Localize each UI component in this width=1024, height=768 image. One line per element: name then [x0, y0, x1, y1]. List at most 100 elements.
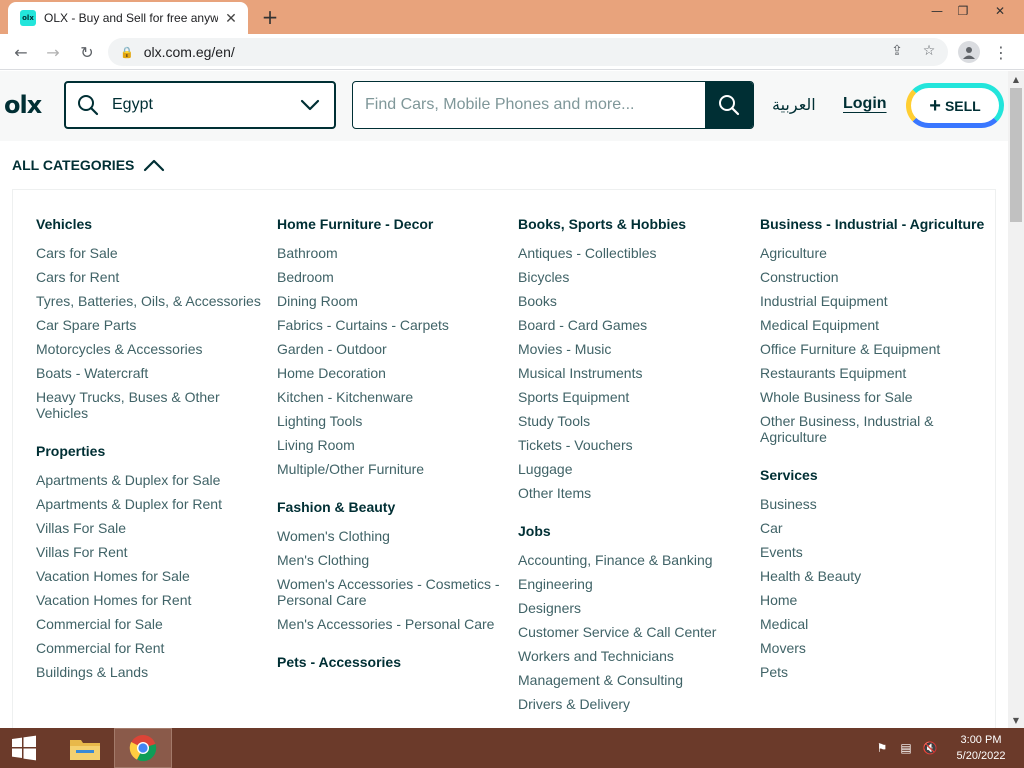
new-tab-plus-icon[interactable]: + [259, 5, 281, 29]
category-group-title[interactable]: Vehicles [36, 214, 266, 235]
subcategory-link[interactable]: Apartments & Duplex for Sale [36, 472, 266, 488]
subcategory-link[interactable]: Motorcycles & Accessories [36, 341, 266, 357]
subcategory-link[interactable]: Women's Accessories - Cosmetics - Person… [277, 576, 507, 608]
subcategory-link[interactable]: Movies - Music [518, 341, 748, 357]
network-icon[interactable]: ▤ [898, 740, 914, 756]
subcategory-link[interactable]: Business [760, 496, 990, 512]
subcategory-link[interactable]: Bathroom [277, 245, 507, 261]
subcategory-link[interactable]: Office Furniture & Equipment [760, 341, 990, 357]
subcategory-link[interactable]: Other Items [518, 485, 748, 501]
subcategory-link[interactable]: Cars for Sale [36, 245, 266, 261]
language-toggle-link[interactable]: العربية [772, 95, 816, 114]
subcategory-link[interactable]: Agriculture [760, 245, 990, 261]
subcategory-link[interactable]: Bicycles [518, 269, 748, 285]
subcategory-link[interactable]: Garden - Outdoor [277, 341, 507, 357]
subcategory-link[interactable]: Multiple/Other Furniture [277, 461, 507, 477]
close-icon[interactable]: ✕ [222, 9, 240, 27]
system-clock[interactable]: 3:00 PM 5/20/2022 [946, 732, 1016, 764]
subcategory-link[interactable]: Men's Accessories - Personal Care [277, 616, 507, 632]
profile-avatar-icon[interactable] [958, 41, 980, 63]
subcategory-link[interactable]: Apartments & Duplex for Rent [36, 496, 266, 512]
search-input[interactable] [353, 82, 705, 128]
category-group-title[interactable]: Books, Sports & Hobbies [518, 214, 748, 235]
category-group-title[interactable]: Jobs [518, 521, 748, 542]
subcategory-link[interactable]: Villas For Rent [36, 544, 266, 560]
subcategory-link[interactable]: Tickets - Vouchers [518, 437, 748, 453]
file-explorer-icon[interactable] [56, 728, 114, 768]
subcategory-link[interactable]: Vacation Homes for Rent [36, 592, 266, 608]
subcategory-link[interactable]: Car [760, 520, 990, 536]
subcategory-link[interactable]: Vacation Homes for Sale [36, 568, 266, 584]
reload-icon[interactable]: ↻ [74, 40, 100, 64]
category-group-title[interactable]: Fashion & Beauty [277, 497, 507, 518]
subcategory-link[interactable]: Medical Equipment [760, 317, 990, 333]
flag-notification-icon[interactable]: ⚑ [874, 740, 890, 756]
all-categories-toggle[interactable]: ALL CATEGORIES [12, 157, 166, 173]
category-group-title[interactable]: Properties [36, 441, 266, 462]
windows-start-icon[interactable] [0, 728, 48, 768]
subcategory-link[interactable]: Workers and Technicians [518, 648, 748, 664]
subcategory-link[interactable]: Musical Instruments [518, 365, 748, 381]
subcategory-link[interactable]: Pets [760, 664, 990, 680]
subcategory-link[interactable]: Commercial for Sale [36, 616, 266, 632]
subcategory-link[interactable]: Women's Clothing [277, 528, 507, 544]
subcategory-link[interactable]: Car Spare Parts [36, 317, 266, 333]
olx-logo[interactable]: olx [4, 91, 42, 119]
page-scrollbar[interactable]: ▲ ▼ [1008, 71, 1024, 728]
bookmark-star-icon[interactable]: ☆ [918, 40, 940, 62]
subcategory-link[interactable]: Study Tools [518, 413, 748, 429]
subcategory-link[interactable]: Health & Beauty [760, 568, 990, 584]
subcategory-link[interactable]: Restaurants Equipment [760, 365, 990, 381]
subcategory-link[interactable]: Whole Business for Sale [760, 389, 990, 405]
scroll-down-arrow-icon[interactable]: ▼ [1008, 712, 1024, 728]
subcategory-link[interactable]: Kitchen - Kitchenware [277, 389, 507, 405]
subcategory-link[interactable]: Sports Equipment [518, 389, 748, 405]
forward-arrow-icon[interactable]: → [40, 40, 66, 64]
category-group-title[interactable]: Home Furniture - Decor [277, 214, 507, 235]
subcategory-link[interactable]: Home [760, 592, 990, 608]
location-selector[interactable]: Egypt [64, 81, 336, 129]
subcategory-link[interactable]: Luggage [518, 461, 748, 477]
more-menu-icon[interactable]: ⋮ [990, 40, 1012, 64]
subcategory-link[interactable]: Movers [760, 640, 990, 656]
category-group-title[interactable]: Pets - Accessories [277, 652, 507, 673]
subcategory-link[interactable]: Villas For Sale [36, 520, 266, 536]
chrome-taskbar-icon[interactable] [114, 728, 172, 768]
subcategory-link[interactable]: Bedroom [277, 269, 507, 285]
subcategory-link[interactable]: Books [518, 293, 748, 309]
subcategory-link[interactable]: Customer Service & Call Center [518, 624, 748, 640]
volume-muted-icon[interactable]: 🔇 [922, 740, 938, 756]
subcategory-link[interactable]: Drivers & Delivery [518, 696, 748, 712]
subcategory-link[interactable]: Tyres, Batteries, Oils, & Accessories [36, 293, 266, 309]
subcategory-link[interactable]: Engineering [518, 576, 748, 592]
share-icon[interactable]: ⇪ [886, 40, 908, 62]
subcategory-link[interactable]: Buildings & Lands [36, 664, 266, 680]
scroll-up-arrow-icon[interactable]: ▲ [1008, 71, 1024, 87]
category-group-title[interactable]: Business - Industrial - Agriculture [760, 214, 990, 235]
subcategory-link[interactable]: Home Decoration [277, 365, 507, 381]
subcategory-link[interactable]: Accounting, Finance & Banking [518, 552, 748, 568]
scroll-thumb[interactable] [1010, 88, 1022, 222]
login-link[interactable]: Login [843, 95, 887, 113]
subcategory-link[interactable]: Events [760, 544, 990, 560]
subcategory-link[interactable]: Boats - Watercraft [36, 365, 266, 381]
restore-icon[interactable]: ❐ [948, 0, 978, 22]
subcategory-link[interactable]: Lighting Tools [277, 413, 507, 429]
subcategory-link[interactable]: Construction [760, 269, 990, 285]
subcategory-link[interactable]: Cars for Rent [36, 269, 266, 285]
subcategory-link[interactable]: Heavy Trucks, Buses & Other Vehicles [36, 389, 266, 421]
subcategory-link[interactable]: Industrial Equipment [760, 293, 990, 309]
browser-tab[interactable]: olx OLX - Buy and Sell for free anyw ✕ [8, 2, 248, 34]
subcategory-link[interactable]: Board - Card Games [518, 317, 748, 333]
back-arrow-icon[interactable]: ← [8, 40, 34, 64]
subcategory-link[interactable]: Dining Room [277, 293, 507, 309]
subcategory-link[interactable]: Fabrics - Curtains - Carpets [277, 317, 507, 333]
window-close-icon[interactable]: ✕ [980, 0, 1020, 22]
subcategory-link[interactable]: Designers [518, 600, 748, 616]
subcategory-link[interactable]: Commercial for Rent [36, 640, 266, 656]
subcategory-link[interactable]: Management & Consulting [518, 672, 748, 688]
address-bar[interactable]: 🔒 olx.com.eg/en/ [108, 38, 948, 66]
search-button[interactable] [705, 82, 753, 128]
sell-button[interactable]: + SELL [906, 83, 1004, 128]
subcategory-link[interactable]: Antiques - Collectibles [518, 245, 748, 261]
